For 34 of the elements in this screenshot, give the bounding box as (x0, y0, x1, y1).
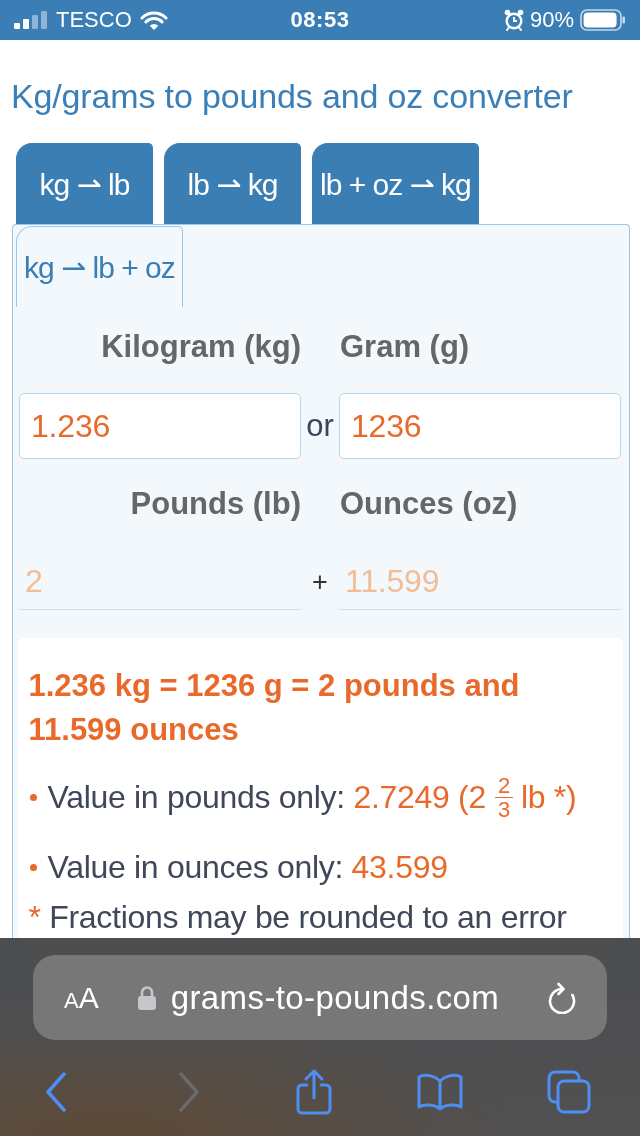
output-label: Pounds (lb) (130, 486, 301, 522)
overlapping-squares-icon[interactable] (547, 1070, 591, 1114)
text-size-button[interactable]: AA (64, 982, 99, 1013)
chevron-left-icon[interactable] (45, 1072, 67, 1112)
input-label: Gram (g) (339, 329, 470, 365)
reload-icon[interactable] (547, 981, 577, 1014)
result-summary: 1.236 kg = 1236 g = 2 pounds and 11.599 ounces (28, 667, 521, 749)
bullet-icon (29, 793, 37, 801)
tab[interactable]: lb ⇀ kg (164, 143, 301, 224)
url-text: grams-to-pounds.com (170, 978, 501, 1017)
bullet-icon (29, 863, 37, 871)
carrier-name: TESCO (56, 7, 132, 33)
battery-icon (580, 9, 626, 31)
wifi-icon (139, 9, 168, 31)
output-label: Ounces (oz) (339, 486, 518, 522)
book-icon[interactable] (416, 1072, 464, 1112)
tab[interactable]: kg ⇀ lb + oz (16, 226, 183, 307)
number-input[interactable]: 1236 (339, 393, 621, 459)
footnote-text: * Fractions may be rounded to an error (28, 899, 568, 935)
battery-percent: 90% (529, 7, 574, 33)
input-label: Kilogram (kg) (101, 329, 301, 365)
plus-sign: + (312, 566, 328, 598)
signal-icon (14, 11, 48, 29)
number-input[interactable]: 1.236 (19, 393, 301, 459)
tab[interactable]: kg ⇀ lb (16, 143, 153, 224)
lock-icon (136, 984, 157, 1011)
share-icon[interactable] (295, 1068, 333, 1116)
or-text: or (306, 408, 334, 444)
tab[interactable]: lb + oz ⇀ kg (312, 143, 479, 224)
address-bar[interactable]: AA grams-to-pounds.com (33, 955, 607, 1040)
result-line: Value in ounces only: 43.599 (47, 848, 448, 886)
alarm-clock-icon (503, 9, 524, 31)
clock-time: 08:53 (290, 7, 350, 33)
page-title: Kg/grams to pounds and oz converter (11, 76, 573, 116)
